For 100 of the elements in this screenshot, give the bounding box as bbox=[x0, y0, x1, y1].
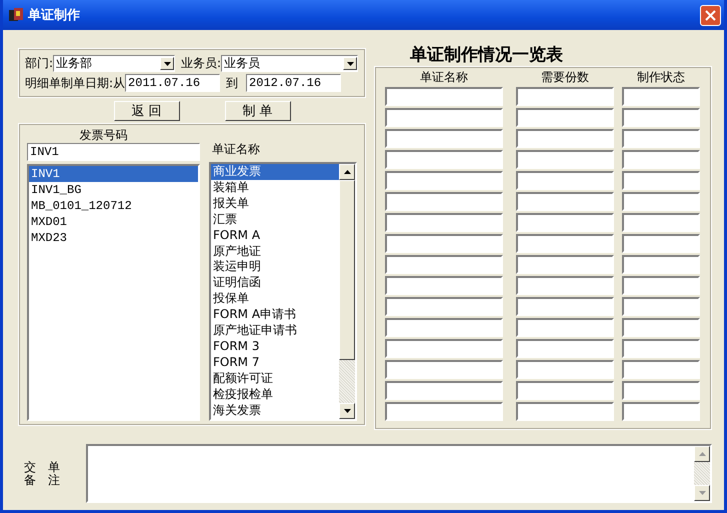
document-item[interactable]: 报关单 bbox=[211, 196, 339, 212]
invoice-item[interactable]: MXD01 bbox=[29, 214, 198, 230]
status-field[interactable] bbox=[622, 108, 700, 127]
department-label: 部门: bbox=[25, 55, 54, 72]
down-arrow-icon bbox=[698, 491, 706, 495]
status-field[interactable] bbox=[622, 192, 700, 211]
document-item[interactable]: 装运申明 bbox=[211, 259, 339, 276]
action-button[interactable]: 制 单 bbox=[224, 101, 290, 121]
copies-field[interactable] bbox=[516, 276, 614, 295]
name-field[interactable] bbox=[385, 129, 503, 148]
scroll-down-button[interactable] bbox=[694, 485, 710, 501]
document-item[interactable]: 配额许可证 bbox=[211, 370, 339, 387]
app-icon bbox=[8, 7, 24, 23]
document-item[interactable]: 检疫报检单 bbox=[211, 386, 339, 403]
invoice-item[interactable]: INV1 bbox=[29, 166, 198, 182]
invoice-item[interactable]: MXD23 bbox=[29, 230, 198, 246]
copies-field[interactable] bbox=[516, 402, 614, 421]
close-button[interactable] bbox=[700, 4, 721, 26]
name-field[interactable] bbox=[385, 318, 503, 337]
up-arrow-icon bbox=[344, 170, 350, 174]
status-field[interactable] bbox=[622, 255, 700, 274]
name-field[interactable] bbox=[385, 339, 503, 358]
status-field[interactable] bbox=[622, 87, 700, 106]
status-field[interactable] bbox=[622, 381, 700, 400]
name-field[interactable] bbox=[385, 381, 503, 400]
date-from-field[interactable]: 2011.07.16 bbox=[125, 74, 220, 92]
up-arrow-icon bbox=[698, 452, 706, 456]
scroll-up-button[interactable] bbox=[339, 164, 355, 180]
copies-field[interactable] bbox=[516, 255, 614, 274]
name-field[interactable] bbox=[385, 402, 503, 421]
copies-field[interactable] bbox=[516, 213, 614, 232]
copies-field[interactable] bbox=[516, 318, 614, 337]
copies-field[interactable] bbox=[516, 192, 614, 211]
document-item[interactable]: 海关发票 bbox=[211, 402, 339, 418]
status-field[interactable] bbox=[622, 402, 700, 421]
date-to-label: 到 bbox=[226, 74, 238, 92]
status-field[interactable] bbox=[622, 150, 700, 169]
name-field[interactable] bbox=[385, 360, 503, 379]
date-label: 明细单制单日期:从 bbox=[25, 74, 126, 92]
document-item[interactable]: 原产地证 bbox=[211, 244, 339, 260]
status-field[interactable] bbox=[622, 213, 700, 232]
copies-field[interactable] bbox=[516, 150, 614, 169]
action-button[interactable]: 返 回 bbox=[114, 101, 180, 121]
salesman-label: 业务员: bbox=[181, 55, 222, 72]
close-icon bbox=[705, 10, 716, 20]
scroll-down-button[interactable] bbox=[339, 403, 355, 419]
name-field[interactable] bbox=[385, 192, 503, 211]
remarks-label: 交单备注 bbox=[23, 460, 72, 486]
name-field[interactable] bbox=[385, 255, 503, 274]
column-header: 需要份数 bbox=[540, 69, 590, 85]
document-heading: 单证名称 bbox=[211, 141, 261, 158]
column-header: 制作状态 bbox=[636, 69, 686, 85]
copies-field[interactable] bbox=[516, 171, 614, 190]
document-item[interactable]: FORM A申请书 bbox=[211, 307, 339, 324]
copies-field[interactable] bbox=[516, 381, 614, 400]
summary-title: 单证制作情况一览表 bbox=[409, 44, 564, 66]
copies-field[interactable] bbox=[516, 297, 614, 316]
copies-field[interactable] bbox=[516, 339, 614, 358]
copies-field[interactable] bbox=[516, 87, 614, 106]
date-to-field[interactable]: 2012.07.16 bbox=[246, 74, 342, 92]
status-field[interactable] bbox=[622, 276, 700, 295]
invoice-field[interactable]: INV1 bbox=[27, 143, 200, 161]
copies-field[interactable] bbox=[516, 108, 614, 127]
status-field[interactable] bbox=[622, 129, 700, 148]
name-field[interactable] bbox=[385, 213, 503, 232]
document-item[interactable]: 原产地证申请书 bbox=[211, 323, 339, 339]
remarks-field[interactable] bbox=[86, 444, 712, 503]
invoice-heading: 发票号码 bbox=[78, 128, 128, 142]
status-field[interactable] bbox=[622, 171, 700, 190]
name-field[interactable] bbox=[385, 276, 503, 295]
document-item[interactable]: FORM 7 bbox=[211, 354, 339, 371]
name-field[interactable] bbox=[385, 150, 503, 169]
name-field[interactable] bbox=[385, 171, 503, 190]
scroll-up-button[interactable] bbox=[694, 446, 710, 462]
document-item[interactable]: 商业发票 bbox=[211, 164, 339, 180]
document-item[interactable]: 证明信函 bbox=[211, 275, 339, 292]
name-field[interactable] bbox=[385, 234, 503, 253]
status-field[interactable] bbox=[622, 360, 700, 379]
invoice-item[interactable]: MB_0101_120712 bbox=[29, 198, 198, 214]
down-arrow-icon bbox=[344, 409, 350, 413]
status-field[interactable] bbox=[622, 297, 700, 316]
copies-field[interactable] bbox=[516, 129, 614, 148]
copies-field[interactable] bbox=[516, 360, 614, 379]
name-field[interactable] bbox=[385, 297, 503, 316]
invoice-item[interactable]: INV1_BG bbox=[29, 182, 198, 198]
department-dropdown[interactable]: 业务部 bbox=[53, 55, 176, 72]
document-item[interactable]: FORM A bbox=[211, 228, 339, 244]
document-item[interactable]: 装箱单 bbox=[211, 180, 339, 196]
document-item[interactable]: 汇票 bbox=[211, 212, 339, 228]
document-item[interactable]: 投保单 bbox=[211, 291, 339, 308]
status-field[interactable] bbox=[622, 234, 700, 253]
salesman-dropdown[interactable]: 业务员 bbox=[221, 55, 358, 72]
name-field[interactable] bbox=[385, 87, 503, 106]
column-header: 单证名称 bbox=[419, 69, 469, 85]
status-field[interactable] bbox=[622, 339, 700, 358]
status-field[interactable] bbox=[622, 318, 700, 337]
document-item[interactable]: FORM 3 bbox=[211, 338, 339, 355]
name-field[interactable] bbox=[385, 108, 503, 127]
copies-field[interactable] bbox=[516, 234, 614, 253]
caret-icon bbox=[346, 62, 354, 66]
